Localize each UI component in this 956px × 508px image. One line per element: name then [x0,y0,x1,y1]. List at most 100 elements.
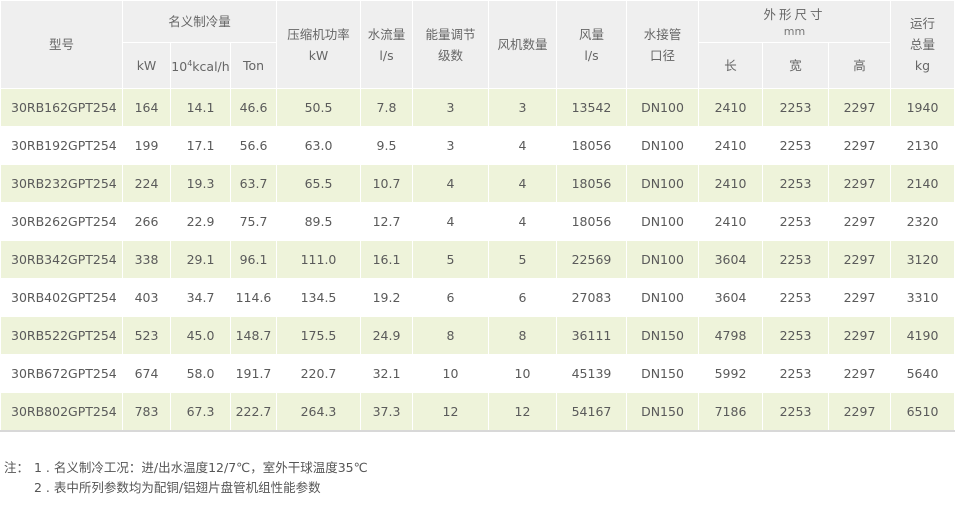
cell-compressor-kw: 264.3 [276,392,361,432]
cell-cooling-kcal: 29.1 [170,240,231,279]
cell-compressor-kw: 175.5 [276,316,361,355]
cell-water-flow: 16.1 [360,240,413,279]
header-water-pipe-l2: 口径 [649,47,675,63]
cell-cooling-kcal: 34.7 [170,278,231,317]
cell-airflow: 45139 [556,354,627,393]
cell-compressor-kw: 111.0 [276,240,361,279]
cell-compressor-kw: 65.5 [276,164,361,203]
table-row: 30RB232GPT254 224 19.3 63.7 65.5 10.7 4 4 18056 D… [0,164,956,203]
table-row: 30RB672GPT254 674 58.0 191.7 220.7 32.1 10 10 45… [0,354,956,393]
cell-capacity-steps: 8 [412,316,489,355]
cell-airflow: 36111 [556,316,627,355]
cell-height: 2297 [827,392,892,432]
header-cooling-kcal-unit: kcal/h [192,59,230,74]
cell-model: 30RB402GPT254 [0,278,123,317]
cell-width: 2253 [762,240,829,279]
cell-weight: 4190 [890,316,956,355]
cell-cooling-kw: 199 [122,126,171,165]
cell-compressor-kw: 63.0 [276,126,361,165]
cell-cooling-ton: 75.7 [230,202,277,241]
header-airflow: 风量 l/s [556,0,627,89]
cell-water-pipe: DN150 [626,392,699,432]
cell-width: 2253 [762,126,829,165]
cell-water-pipe: DN100 [626,88,699,127]
cell-fans: 10 [488,354,557,393]
table-row: 30RB162GPT254 164 14.1 46.6 50.5 7.8 3 3 13542 DN… [0,88,956,127]
cell-length: 2410 [698,164,763,203]
cell-cooling-ton: 114.6 [230,278,277,317]
cell-width: 2253 [762,88,829,127]
cell-fans: 4 [488,202,557,241]
header-cooling-kw: kW [122,42,171,89]
cell-length: 2410 [698,126,763,165]
header-capacity-steps-l2: 级数 [437,47,463,63]
cell-cooling-kcal: 67.3 [170,392,231,432]
cell-width: 2253 [762,202,829,241]
cell-cooling-ton: 46.6 [230,88,277,127]
cell-weight: 2130 [890,126,956,165]
spec-table: 型号 名义制冷量 压缩机功率 kW 水流量 l/s 能量调节 级数 风机数量 风… [0,0,956,432]
cell-height: 2297 [827,88,892,127]
header-height: 高 [827,42,892,89]
notes-label: 注： [4,460,30,475]
header-dimensions-unit: mm [783,25,806,38]
header-cooling-ton: Ton [230,42,277,89]
header-water-pipe-l1: 水接管 [643,26,682,42]
header-airflow-label: 风量 [578,26,604,42]
cell-water-pipe: DN150 [626,354,699,393]
cell-cooling-ton: 56.6 [230,126,277,165]
cell-airflow: 13542 [556,88,627,127]
cell-length: 3604 [698,240,763,279]
cell-cooling-kw: 266 [122,202,171,241]
cell-height: 2297 [827,240,892,279]
cell-water-pipe: DN100 [626,126,699,165]
table-row: 30RB522GPT254 523 45.0 148.7 175.5 24.9 8 8 3611… [0,316,956,355]
cell-cooling-kw: 403 [122,278,171,317]
table-row: 30RB402GPT254 403 34.7 114.6 134.5 19.2 6 6 2708… [0,278,956,317]
header-model: 型号 [0,0,123,89]
cell-fans: 12 [488,392,557,432]
cell-cooling-kcal: 17.1 [170,126,231,165]
cell-capacity-steps: 5 [412,240,489,279]
cell-length: 2410 [698,202,763,241]
cell-model: 30RB162GPT254 [0,88,123,127]
cell-water-flow: 19.2 [360,278,413,317]
cell-length: 3604 [698,278,763,317]
cell-model: 30RB802GPT254 [0,392,123,432]
header-cooling: 名义制冷量 [122,0,277,43]
cell-height: 2297 [827,126,892,165]
header-dimensions-label: 外形尺寸 [763,7,826,22]
cell-length: 2410 [698,88,763,127]
cell-fans: 8 [488,316,557,355]
header-width: 宽 [762,42,829,89]
cell-width: 2253 [762,316,829,355]
cell-water-pipe: DN100 [626,240,699,279]
table-header: 型号 名义制冷量 压缩机功率 kW 水流量 l/s 能量调节 级数 风机数量 风… [0,0,956,89]
cell-weight: 1940 [890,88,956,127]
cell-water-flow: 7.8 [360,88,413,127]
cell-airflow: 18056 [556,202,627,241]
cell-height: 2297 [827,316,892,355]
header-compressor-label: 压缩机功率 [287,26,350,42]
cell-fans: 4 [488,164,557,203]
cell-model: 30RB672GPT254 [0,354,123,393]
cell-airflow: 18056 [556,164,627,203]
header-dimensions: 外形尺寸 mm [697,0,892,43]
cell-capacity-steps: 6 [412,278,489,317]
header-cooling-kcal-base: 10 [171,59,188,74]
cell-width: 2253 [762,354,829,393]
cell-water-flow: 37.3 [360,392,413,432]
cell-weight: 3120 [890,240,956,279]
cell-weight: 6510 [890,392,956,432]
cell-cooling-ton: 96.1 [230,240,277,279]
header-compressor-unit: kW [308,47,329,63]
cell-airflow: 18056 [556,126,627,165]
cell-fans: 6 [488,278,557,317]
cell-capacity-steps: 3 [412,126,489,165]
cell-model: 30RB262GPT254 [0,202,123,241]
header-weight-l2: 总量 [910,37,936,52]
cell-cooling-kcal: 45.0 [170,316,231,355]
table-row: 30RB802GPT254 783 67.3 222.7 264.3 37.3 12 12 54… [0,392,956,432]
cell-cooling-kw: 224 [122,164,171,203]
cell-cooling-kw: 674 [122,354,171,393]
